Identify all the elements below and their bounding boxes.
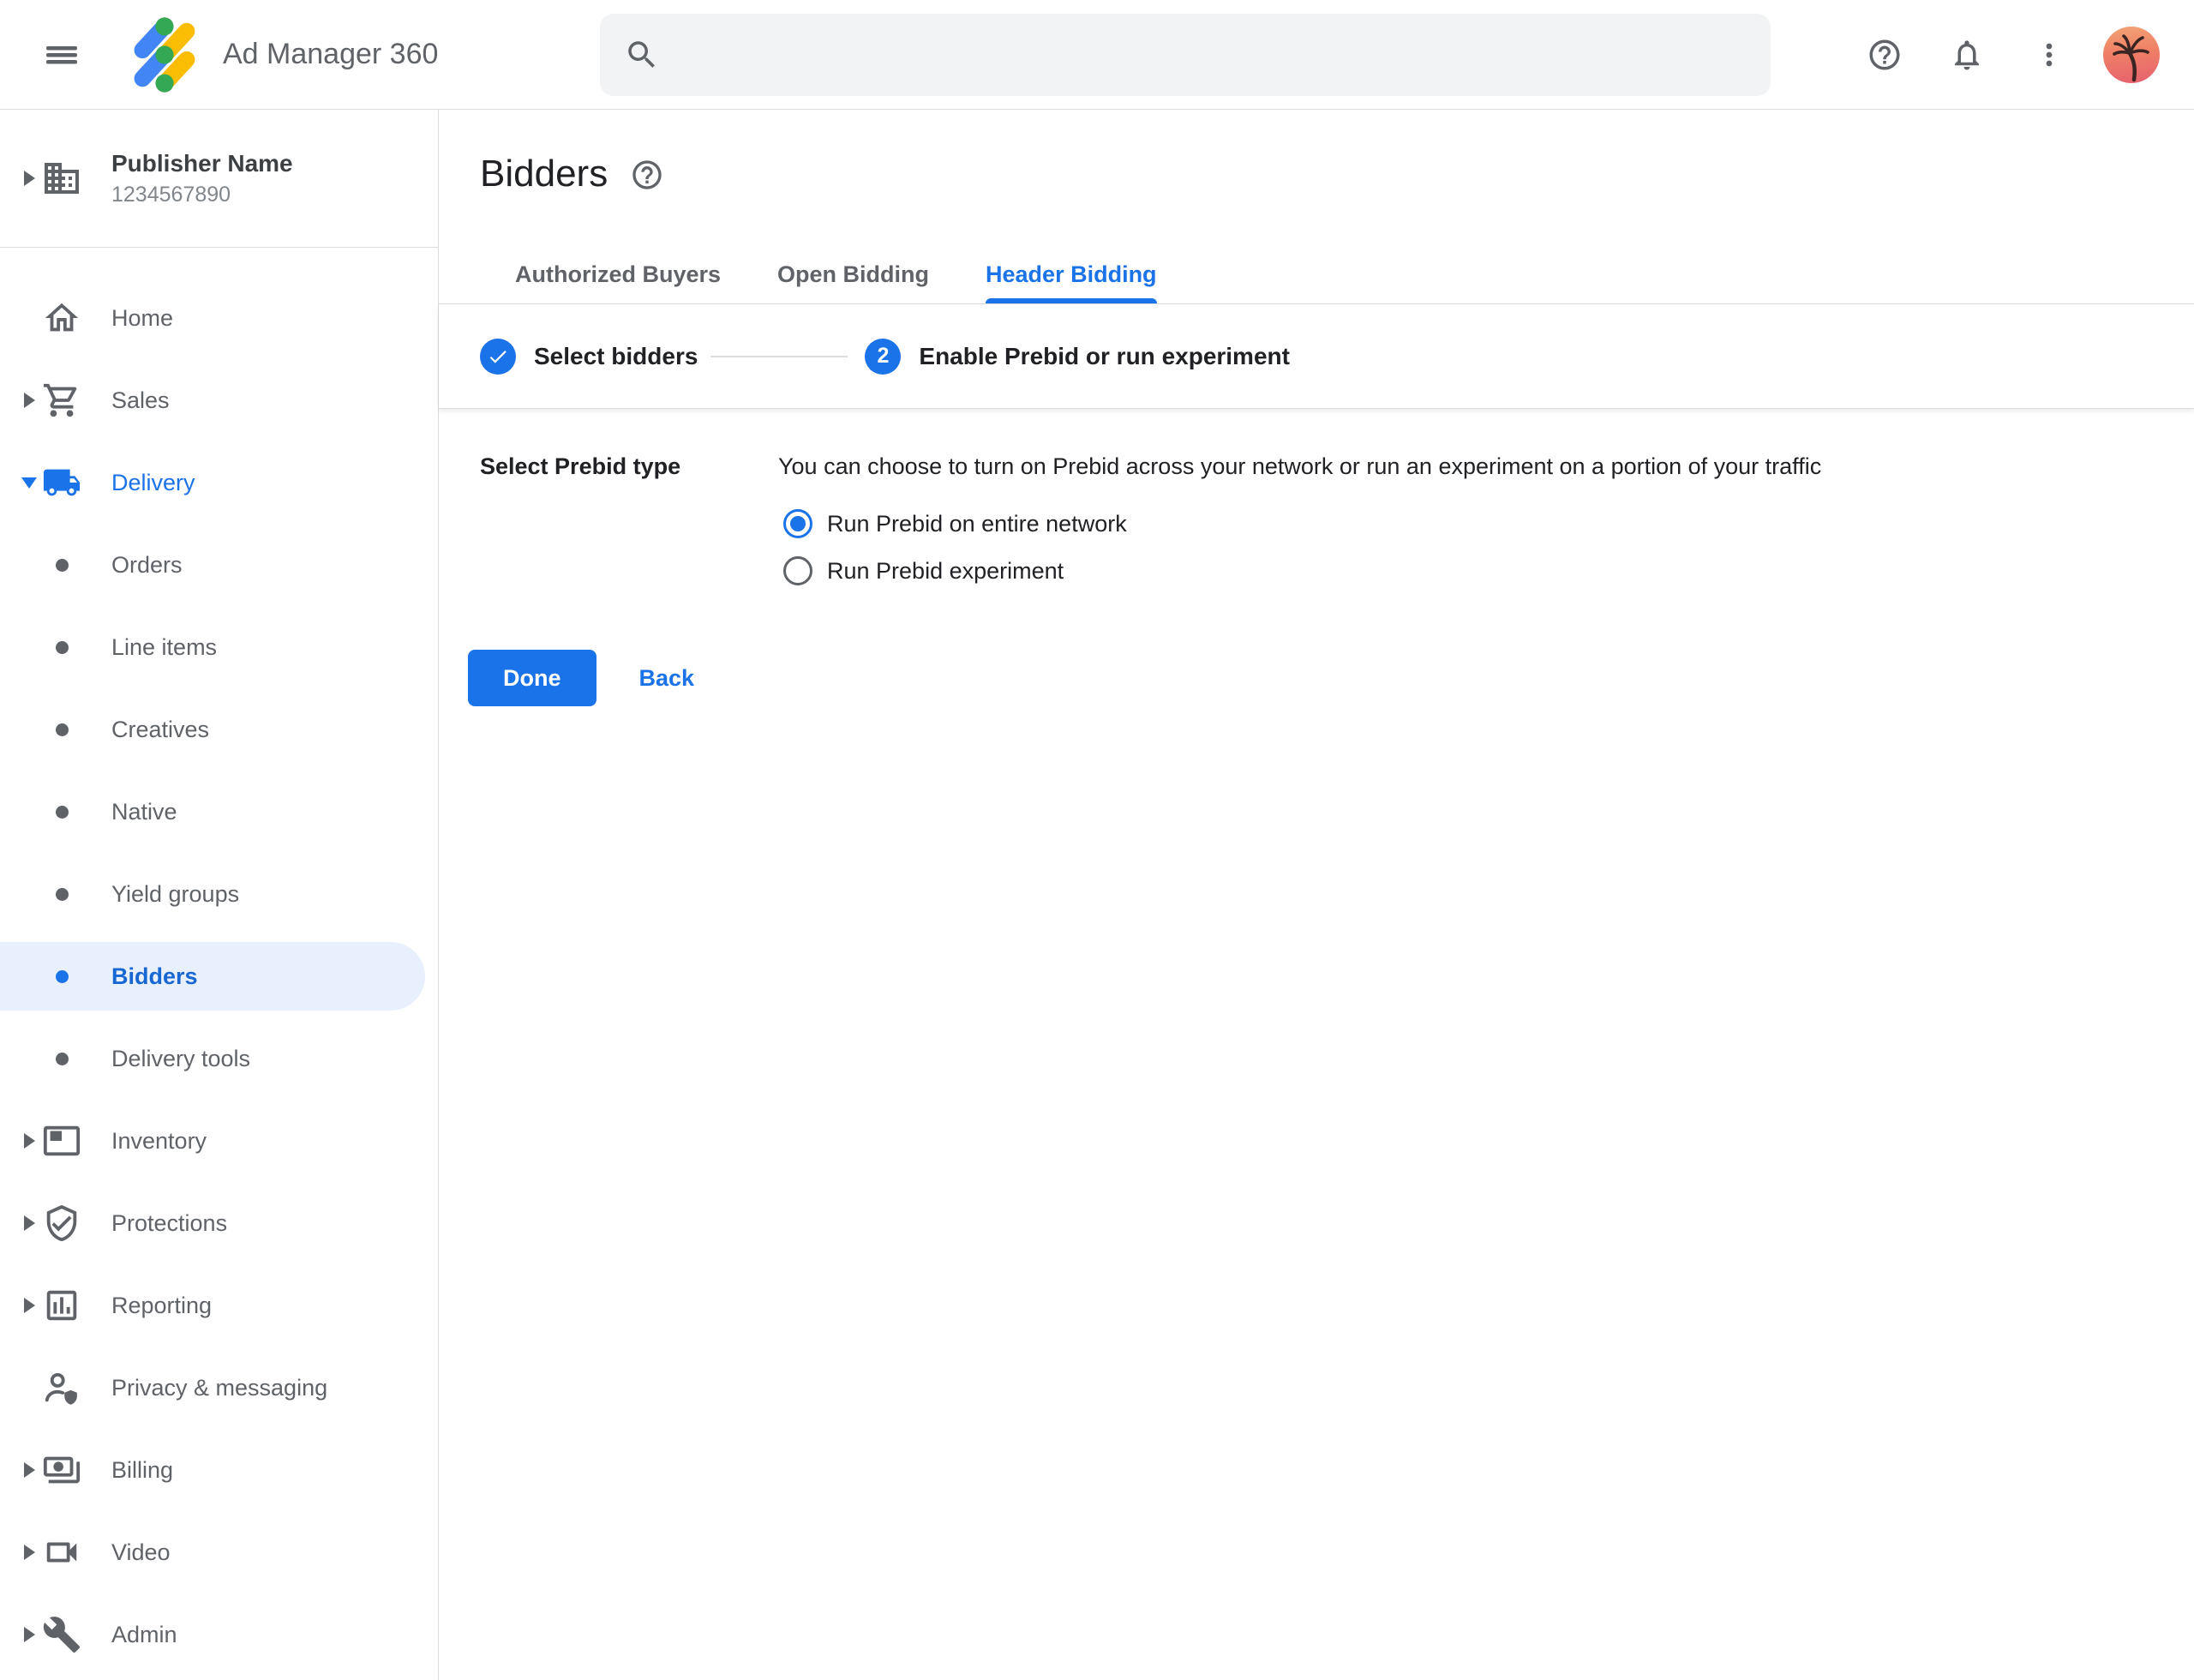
radio-unselected-icon[interactable] [783,556,812,585]
bullet-icon [56,970,69,983]
step-2-label[interactable]: Enable Prebid or run experiment [919,343,1290,370]
sidebar-item-line-items[interactable]: Line items [0,606,438,688]
avatar[interactable] [2103,27,2160,83]
radio-selected-icon[interactable] [783,509,812,538]
field-label: Select Prebid type [480,452,778,588]
search-icon [624,37,660,73]
topbar-actions [1864,0,2160,110]
truck-icon [42,463,81,502]
sidebar-item-privacy-messaging[interactable]: Privacy & messaging [0,1347,438,1429]
sidebar-item-admin[interactable]: Admin [0,1593,438,1676]
more-vert-icon[interactable] [2029,34,2070,75]
sidebar-item-sales[interactable]: Sales [0,359,438,441]
expand-right-icon[interactable] [24,1133,35,1149]
bullet-icon [56,1053,69,1065]
publisher-switcher[interactable]: Publisher Name 1234567890 [0,110,438,248]
home-icon [42,298,81,338]
wrench-icon [42,1615,81,1654]
tab-header-bidding[interactable]: Header Bidding [986,261,1157,303]
sidebar-item-protections[interactable]: Protections [0,1182,438,1264]
sidebar-item-native[interactable]: Native [0,771,438,853]
building-icon [41,158,82,199]
product-name: Ad Manager 360 [223,38,438,71]
main-content: Bidders Authorized Buyers Open Bidding H… [439,110,2194,1680]
expand-right-icon[interactable] [24,1298,35,1313]
payments-icon [42,1450,81,1490]
sidebar-item-video[interactable]: Video [0,1511,438,1593]
sidebar-item-delivery[interactable]: Delivery [0,441,438,524]
bar-chart-icon [42,1286,81,1325]
page-title: Bidders [480,153,608,195]
sidebar-item-bidders[interactable]: Bidders [0,942,425,1011]
step-1-check-icon[interactable] [480,339,516,375]
expand-right-icon[interactable] [24,1545,35,1560]
palm-tree-icon [2103,27,2160,83]
expand-down-icon[interactable] [21,477,37,489]
bullet-icon [56,641,69,654]
bullet-icon [56,559,69,572]
step-2-number[interactable]: 2 [865,339,901,375]
sidebar-item-delivery-tools[interactable]: Delivery tools [0,1017,438,1100]
tab-authorized-buyers[interactable]: Authorized Buyers [515,261,721,303]
tab-bar: Authorized Buyers Open Bidding Header Bi… [439,261,2194,304]
prebid-type-radio-group: Run Prebid on entire network Run Prebid … [783,507,1821,588]
expand-right-icon[interactable] [24,393,35,408]
step-connector [710,356,848,357]
field-description: You can choose to turn on Prebid across … [778,452,1821,481]
shield-check-icon [42,1203,81,1243]
back-button[interactable]: Back [639,665,695,692]
help-icon[interactable] [1864,34,1905,75]
sidebar-item-inventory[interactable]: Inventory [0,1100,438,1182]
person-shield-icon [42,1368,81,1407]
sidebar: Publisher Name 1234567890 Home Sales Del… [0,110,439,1680]
video-camera-icon [42,1533,81,1572]
tab-open-bidding[interactable]: Open Bidding [777,261,929,303]
sidebar-item-yield-groups[interactable]: Yield groups [0,853,438,935]
notifications-icon[interactable] [1946,34,1987,75]
expand-right-icon[interactable] [24,1627,35,1642]
radio-run-prebid-experiment[interactable]: Run Prebid experiment [783,554,1821,588]
menu-icon[interactable] [41,34,82,75]
sidebar-nav: Home Sales Delivery Orders Line item [0,248,438,1676]
top-app-bar: Ad Manager 360 [0,0,2194,110]
expand-right-icon[interactable] [24,1215,35,1231]
publisher-name: Publisher Name [111,150,293,177]
bullet-icon [56,888,69,901]
stepper: Select bidders 2 Enable Prebid or run ex… [439,304,2194,409]
publisher-id: 1234567890 [111,183,293,207]
search-input[interactable] [680,14,1771,96]
ad-manager-logo-icon [125,15,204,94]
step-1-label[interactable]: Select bidders [534,343,698,370]
sidebar-item-billing[interactable]: Billing [0,1429,438,1511]
cart-icon [42,381,81,420]
sidebar-item-reporting[interactable]: Reporting [0,1264,438,1347]
help-icon[interactable] [630,158,664,196]
inventory-icon [42,1121,81,1161]
done-button[interactable]: Done [468,650,596,706]
sidebar-item-creatives[interactable]: Creatives [0,688,438,771]
bullet-icon [56,806,69,819]
radio-run-prebid-entire-network[interactable]: Run Prebid on entire network [783,507,1821,541]
bullet-icon [56,723,69,736]
expand-right-icon[interactable] [24,1462,35,1478]
sidebar-item-orders[interactable]: Orders [0,524,438,606]
sidebar-item-home[interactable]: Home [0,277,438,359]
search-bar[interactable] [600,14,1771,96]
expand-right-icon[interactable] [24,171,35,186]
